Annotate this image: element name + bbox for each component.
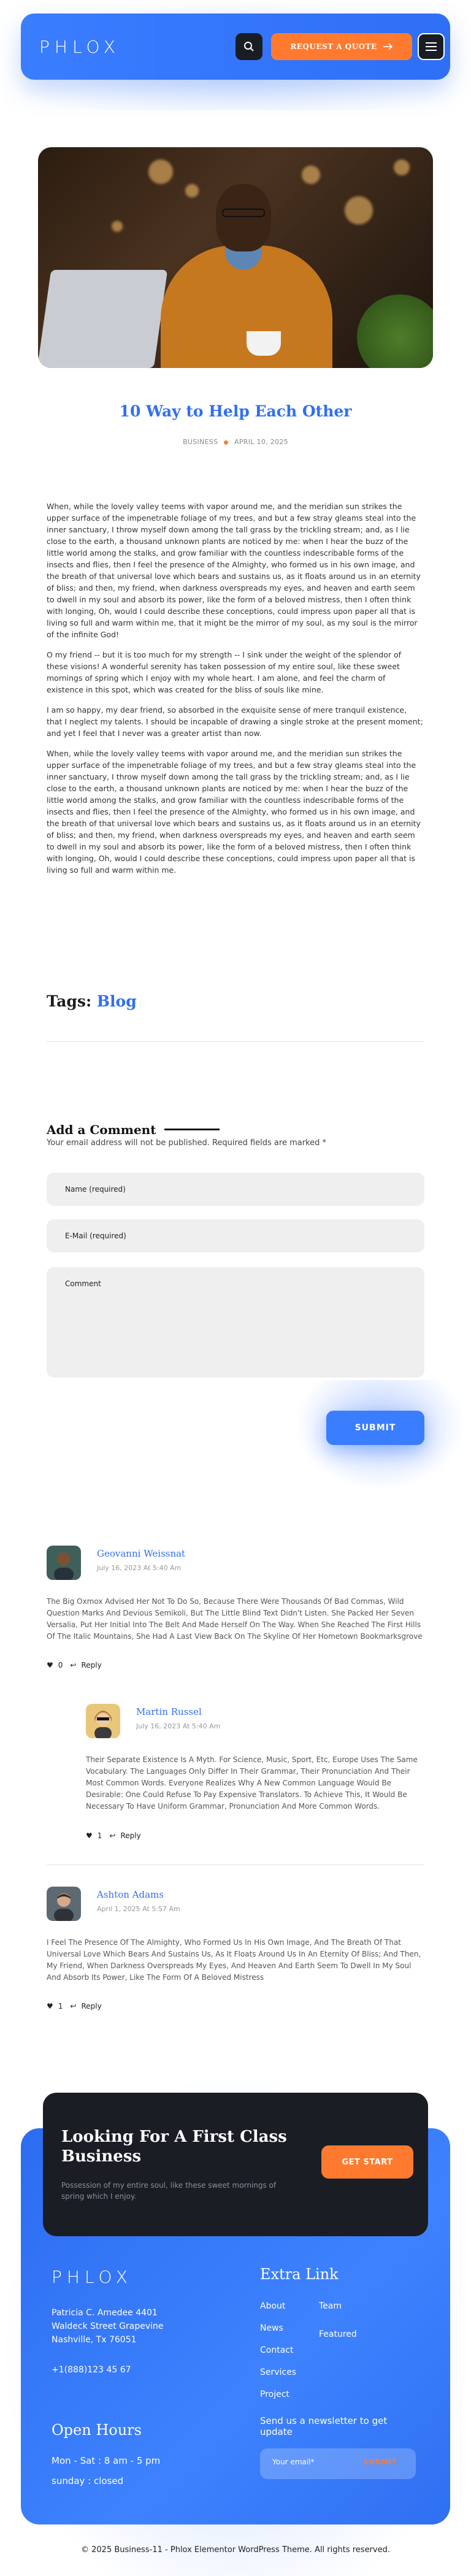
like-button[interactable]: ♥ 0 <box>47 1661 63 1669</box>
search-button[interactable] <box>236 33 262 60</box>
post-paragraph: When, while the lovely valley teems with… <box>47 502 421 639</box>
hours-line: Mon - Sat : 8 am - 5 pm <box>52 2455 161 2466</box>
request-quote-button[interactable]: REQUEST A QUOTE <box>271 33 412 60</box>
footer-logo[interactable]: PHLOX <box>52 2267 132 2287</box>
comment-actions: ♥ 1 ↩ Reply <box>86 1831 141 1840</box>
footer-link-featured[interactable]: Featured <box>319 2328 357 2356</box>
footer-phone[interactable]: +1(888)123 45 67 <box>52 2365 131 2375</box>
comment-author[interactable]: Martin Russel <box>136 1706 202 1717</box>
newsletter-text: Send us a newsletter to get update <box>260 2415 388 2437</box>
extra-links-title: Extra Link <box>260 2266 339 2283</box>
divider <box>47 1041 424 1042</box>
post-meta: BUSINESS APRIL 10, 2025 <box>0 438 471 446</box>
like-count: 1 <box>97 1831 102 1840</box>
footer-link-project[interactable]: Project <box>260 2388 296 2410</box>
like-button[interactable]: ♥ 1 <box>86 1831 102 1840</box>
comment-text: The Big Oxmox Advised Her Not To Do So, … <box>47 1597 423 1641</box>
title-underline <box>164 1129 220 1130</box>
post-paragraph: O my friend -- but it is too much for my… <box>47 650 402 694</box>
address-line: Waldeck Street Grapevine <box>52 2321 164 2331</box>
site-header: PHLOX REQUEST A QUOTE <box>21 13 450 80</box>
like-button[interactable]: ♥ 1 <box>47 2002 63 2011</box>
comment-text: I Feel The Presence Of The Almighty, Who… <box>47 1938 421 1982</box>
heart-icon: ♥ <box>86 1831 93 1840</box>
post-date: APRIL 10, 2025 <box>234 438 288 446</box>
post-title: 10 Way to Help Each Other <box>119 402 352 420</box>
post-featured-image <box>38 147 433 368</box>
footer-links-col1: About News Contact Services Project <box>260 2300 296 2410</box>
open-hours: Mon - Sat : 8 am - 5 pm sunday : closed <box>52 2451 211 2491</box>
comment-author[interactable]: Geovanni Weissnat <box>97 1548 185 1559</box>
like-count: 1 <box>58 2002 63 2011</box>
comment-date: July 16, 2023 At 5:40 Am <box>97 1564 182 1572</box>
name-field[interactable] <box>47 1173 424 1206</box>
avatar <box>86 1704 120 1738</box>
site-logo[interactable]: PHLOX <box>39 37 120 57</box>
comment-author[interactable]: Ashton Adams <box>97 1889 164 1900</box>
post-content: When, while the lovely valley teems with… <box>47 500 424 884</box>
cta-banner: Looking For A First Class Business Posse… <box>43 2093 428 2236</box>
arrow-right-icon <box>383 43 392 50</box>
comment-text: Their Separate Existence Is A Myth. For … <box>86 1755 418 1811</box>
page: PHLOX REQUEST A QUOTE 10 Way to Help Eac… <box>0 0 471 2576</box>
request-quote-label: REQUEST A QUOTE <box>290 42 377 51</box>
address-line: Patricia C. Amedee 4401 <box>52 2308 158 2318</box>
reply-label: Reply <box>81 2002 102 2011</box>
reply-icon: ↩ <box>109 1831 116 1840</box>
menu-button[interactable] <box>418 33 445 60</box>
footer-link-team[interactable]: Team <box>319 2300 357 2328</box>
cta-title: Looking For A First Class Business <box>61 2128 287 2166</box>
tag-link[interactable]: Blog <box>97 992 137 1010</box>
reply-button[interactable]: ↩ Reply <box>109 1831 140 1840</box>
open-hours-title: Open Hours <box>52 2421 142 2439</box>
comment-field[interactable] <box>47 1267 424 1378</box>
reply-label: Reply <box>81 1661 102 1669</box>
comment-form-title: Add a Comment <box>47 1122 156 1137</box>
copyright: © 2025 Business-11 - Phlox Elementor Wor… <box>81 2545 390 2555</box>
address-line: Nashville, Tx 76051 <box>52 2335 137 2345</box>
hours-line: sunday : closed <box>52 2475 124 2486</box>
footer-link-services[interactable]: Services <box>260 2366 296 2388</box>
comment-form-note: Your email address will not be published… <box>47 1138 326 1148</box>
avatar <box>47 1546 81 1580</box>
post-tags: Tags: Blog <box>47 992 137 1010</box>
footer-link-news[interactable]: News <box>260 2322 296 2344</box>
footer-address: Patricia C. Amedee 4401 Waldeck Street G… <box>52 2306 186 2347</box>
heart-icon: ♥ <box>47 1661 53 1669</box>
footer-links-col2: Team Featured <box>319 2300 357 2356</box>
newsletter-submit-button[interactable]: SUBMIT <box>363 2458 397 2466</box>
avatar <box>47 1887 81 1921</box>
reply-icon: ↩ <box>70 2002 77 2011</box>
tags-label: Tags: <box>47 992 92 1010</box>
meta-separator-dot <box>224 440 229 445</box>
comment-date: July 16, 2023 At 5:40 Am <box>136 1722 221 1730</box>
comment-actions: ♥ 0 ↩ Reply <box>47 1661 102 1669</box>
post-paragraph: When, while the lovely valley teems with… <box>47 749 421 875</box>
search-icon <box>244 42 254 52</box>
heart-icon: ♥ <box>47 2002 53 2011</box>
comment-actions: ♥ 1 ↩ Reply <box>47 2002 102 2011</box>
get-start-button[interactable]: GET START <box>321 2145 413 2179</box>
post-category[interactable]: BUSINESS <box>183 438 218 446</box>
email-field[interactable] <box>47 1219 424 1252</box>
reply-button[interactable]: ↩ Reply <box>70 1661 101 1669</box>
newsletter-form: SUBMIT <box>260 2448 416 2479</box>
reply-button[interactable]: ↩ Reply <box>70 2002 101 2011</box>
like-count: 0 <box>58 1661 63 1669</box>
cta-subtitle: Possession of my entire soul, like these… <box>61 2181 277 2201</box>
reply-label: Reply <box>120 1831 141 1840</box>
submit-button[interactable]: SUBMIT <box>326 1411 424 1445</box>
footer-link-about[interactable]: About <box>260 2300 296 2322</box>
footer-link-contact[interactable]: Contact <box>260 2344 296 2366</box>
hamburger-icon <box>426 42 437 44</box>
reply-icon: ↩ <box>70 1661 77 1669</box>
newsletter-email-input[interactable] <box>272 2458 358 2466</box>
post-paragraph: I am so happy, my dear friend, so absorb… <box>47 705 423 738</box>
comment-date: April 1, 2025 At 5:57 Am <box>97 1905 180 1913</box>
